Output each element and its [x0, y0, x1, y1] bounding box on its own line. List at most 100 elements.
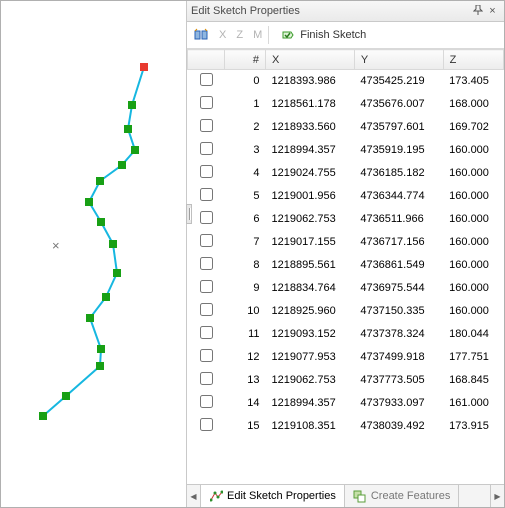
cell-z[interactable]: 173.405	[443, 70, 503, 93]
cell-z[interactable]: 173.915	[443, 415, 503, 438]
vertex-checkbox[interactable]	[200, 234, 213, 247]
col-select[interactable]	[188, 50, 225, 70]
vertex-checkbox[interactable]	[200, 257, 213, 270]
table-row[interactable]: 51219001.9564736344.774160.000	[188, 185, 504, 208]
row-checkbox[interactable]	[188, 208, 225, 231]
cell-x[interactable]: 1219024.755	[266, 162, 355, 185]
cell-z[interactable]: 160.000	[443, 139, 503, 162]
pin-icon[interactable]	[470, 5, 485, 18]
vertex-checkbox[interactable]	[200, 395, 213, 408]
table-row[interactable]: 131219062.7534737773.505168.845	[188, 369, 504, 392]
vertex-handle[interactable]	[96, 177, 104, 185]
table-row[interactable]: 01218393.9864735425.219173.405	[188, 70, 504, 93]
col-x[interactable]: X	[266, 50, 355, 70]
vertex-checkbox[interactable]	[200, 211, 213, 224]
vertex-checkbox[interactable]	[200, 372, 213, 385]
vertex-handle[interactable]	[96, 362, 104, 370]
table-row[interactable]: 101218925.9604737150.335160.000	[188, 300, 504, 323]
table-row[interactable]: 21218933.5604735797.601169.702	[188, 116, 504, 139]
cell-y[interactable]: 4736344.774	[354, 185, 443, 208]
cell-y[interactable]: 4737378.324	[354, 323, 443, 346]
cell-x[interactable]: 1218834.764	[266, 277, 355, 300]
row-checkbox[interactable]	[188, 162, 225, 185]
cell-y[interactable]: 4737150.335	[354, 300, 443, 323]
cell-x[interactable]: 1219017.155	[266, 231, 355, 254]
col-z[interactable]: Z	[443, 50, 503, 70]
cell-y[interactable]: 4736861.549	[354, 254, 443, 277]
explode-multipart-button[interactable]	[193, 27, 209, 43]
cell-y[interactable]: 4736511.966	[354, 208, 443, 231]
vertex-handle[interactable]	[131, 146, 139, 154]
table-row[interactable]: 151219108.3514738039.492173.915	[188, 415, 504, 438]
cell-y[interactable]: 4735797.601	[354, 116, 443, 139]
vertex-handle[interactable]	[128, 101, 136, 109]
cell-y[interactable]: 4737773.505	[354, 369, 443, 392]
table-row[interactable]: 91218834.7644736975.544160.000	[188, 277, 504, 300]
vertex-handle[interactable]	[109, 240, 117, 248]
cell-z[interactable]: 168.845	[443, 369, 503, 392]
cell-y[interactable]: 4737499.918	[354, 346, 443, 369]
cell-x[interactable]: 1219062.753	[266, 369, 355, 392]
cell-x[interactable]: 1218895.561	[266, 254, 355, 277]
panel-titlebar[interactable]: Edit Sketch Properties ×	[187, 1, 504, 22]
cell-y[interactable]: 4736717.156	[354, 231, 443, 254]
cell-x[interactable]: 1218393.986	[266, 70, 355, 93]
cell-y[interactable]: 4737933.097	[354, 392, 443, 415]
vertex-checkbox[interactable]	[200, 326, 213, 339]
row-checkbox[interactable]	[188, 369, 225, 392]
vertex-checkbox[interactable]	[200, 165, 213, 178]
vertex-checkbox[interactable]	[200, 188, 213, 201]
vertex-table[interactable]: # X Y Z 01218393.9864735425.219173.40511…	[187, 49, 504, 484]
cell-z[interactable]: 160.000	[443, 231, 503, 254]
vertex-handle[interactable]	[62, 392, 70, 400]
table-row[interactable]: 41219024.7554736185.182160.000	[188, 162, 504, 185]
vertex-handle[interactable]	[102, 293, 110, 301]
cell-z[interactable]: 177.751	[443, 346, 503, 369]
row-checkbox[interactable]	[188, 346, 225, 369]
cell-x[interactable]: 1218933.560	[266, 116, 355, 139]
vertex-handle[interactable]	[85, 198, 93, 206]
row-checkbox[interactable]	[188, 70, 225, 93]
cell-y[interactable]: 4735425.219	[354, 70, 443, 93]
table-row[interactable]: 71219017.1554736717.156160.000	[188, 231, 504, 254]
vertex-handle[interactable]	[39, 412, 47, 420]
col-index[interactable]: #	[225, 50, 266, 70]
cell-z[interactable]: 180.044	[443, 323, 503, 346]
vertex-handle[interactable]	[118, 161, 126, 169]
row-checkbox[interactable]	[188, 323, 225, 346]
table-row[interactable]: 81218895.5614736861.549160.000	[188, 254, 504, 277]
row-checkbox[interactable]	[188, 300, 225, 323]
row-checkbox[interactable]	[188, 185, 225, 208]
vertex-checkbox[interactable]	[200, 119, 213, 132]
vertex-handle[interactable]	[97, 218, 105, 226]
vertex-checkbox[interactable]	[200, 73, 213, 86]
tab-scroll-right-icon[interactable]: ▶	[490, 485, 504, 507]
vertex-handle[interactable]	[124, 125, 132, 133]
cell-x[interactable]: 1218561.178	[266, 93, 355, 116]
table-row[interactable]: 31218994.3574735919.195160.000	[188, 139, 504, 162]
table-row[interactable]: 141218994.3574737933.097161.000	[188, 392, 504, 415]
cell-z[interactable]: 160.000	[443, 254, 503, 277]
map-canvas[interactable]: ×	[1, 1, 186, 507]
vertex-handle[interactable]	[97, 345, 105, 353]
row-checkbox[interactable]	[188, 139, 225, 162]
cell-y[interactable]: 4735919.195	[354, 139, 443, 162]
row-checkbox[interactable]	[188, 116, 225, 139]
vertex-handle[interactable]	[86, 314, 94, 322]
cell-y[interactable]: 4736975.544	[354, 277, 443, 300]
vertex-checkbox[interactable]	[200, 349, 213, 362]
col-y[interactable]: Y	[354, 50, 443, 70]
finish-sketch-button[interactable]: Finish Sketch	[275, 25, 371, 45]
splitter[interactable]	[186, 1, 192, 507]
cell-z[interactable]: 169.702	[443, 116, 503, 139]
cell-y[interactable]: 4736185.182	[354, 162, 443, 185]
vertex-checkbox[interactable]	[200, 303, 213, 316]
cell-z[interactable]: 160.000	[443, 185, 503, 208]
cell-y[interactable]: 4738039.492	[354, 415, 443, 438]
row-checkbox[interactable]	[188, 277, 225, 300]
cell-x[interactable]: 1218925.960	[266, 300, 355, 323]
cell-z[interactable]: 160.000	[443, 277, 503, 300]
cell-z[interactable]: 161.000	[443, 392, 503, 415]
table-row[interactable]: 11218561.1784735676.007168.000	[188, 93, 504, 116]
cell-z[interactable]: 160.000	[443, 300, 503, 323]
